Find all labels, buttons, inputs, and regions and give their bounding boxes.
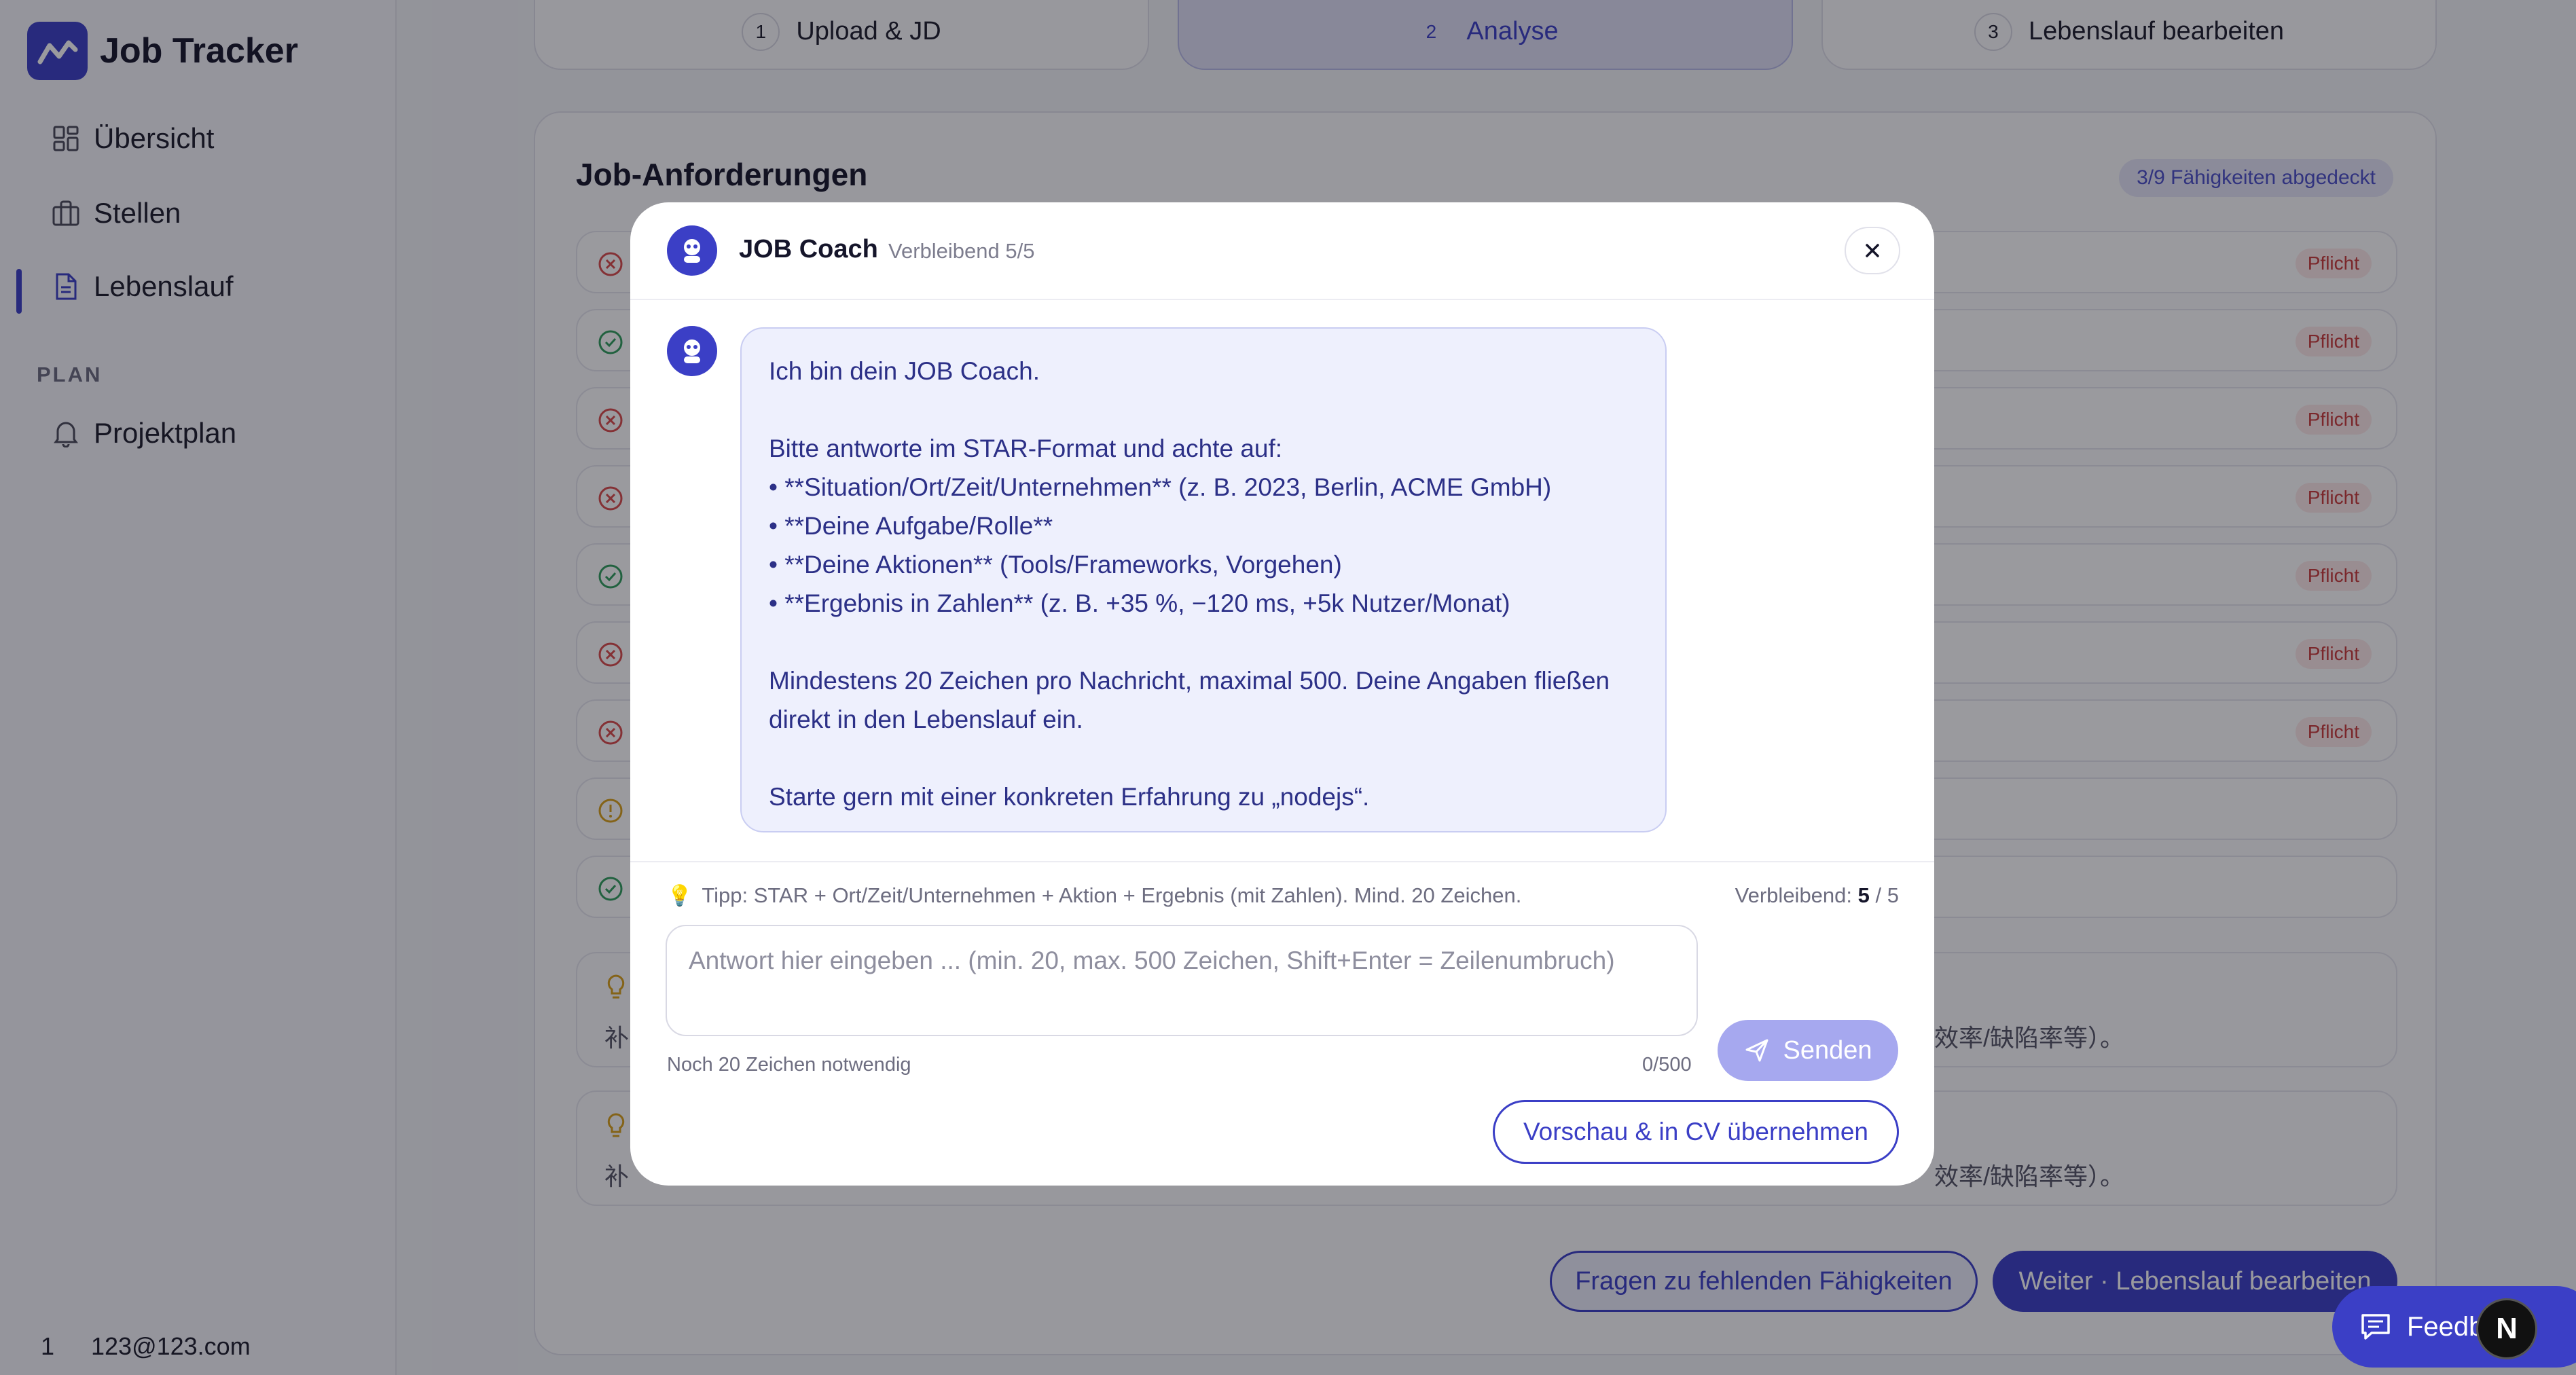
remaining-counter: Verbleibend: 5 / 5 [1735,883,1899,908]
tip-label: Tipp: STAR + Ort/Zeit/Unternehmen + Akti… [702,883,1522,907]
feedback-button[interactable]: Feedb [2332,1286,2576,1368]
message-bullet: • **Situation/Ort/Zeit/Unternehmen** (z.… [769,473,1552,501]
coach-avatar-icon [667,326,717,376]
lightbulb-icon: 💡 [667,884,693,907]
remaining-total: / 5 [1875,883,1899,907]
char-hint: Noch 20 Zeichen notwendig [667,1054,911,1076]
char-count: 0/500 [1642,1054,1692,1076]
answer-input[interactable] [666,925,1698,1036]
message-bullet: • **Deine Aufgabe/Rolle** [769,512,1053,540]
close-button[interactable] [1845,227,1900,274]
modal-header: JOB Coach Verbleibend 5/5 [630,202,1934,300]
send-button[interactable]: Senden [1718,1020,1898,1081]
divider [630,861,1934,862]
message-limits: Mindestens 20 Zeichen pro Nachricht, max… [769,667,1610,733]
message-bullet: • **Ergebnis in Zahlen** (z. B. +35 %, −… [769,589,1510,617]
tip-text: 💡 Tipp: STAR + Ort/Zeit/Unternehmen + Ak… [667,883,1521,908]
send-icon [1745,1039,1768,1062]
feedback-label: Feedb [2407,1311,2484,1342]
message-closing: Starte gern mit einer konkreten Erfahrun… [769,783,1370,811]
modal-title: JOB Coach [739,235,878,263]
remaining-value: 5 [1857,883,1870,907]
send-label: Senden [1783,1035,1872,1065]
modal-remaining: Verbleibend 5/5 [888,239,1035,263]
close-icon [1866,244,1879,257]
message-bullet: • **Deine Aktionen** (Tools/Frameworks, … [769,551,1342,579]
message-instruction: Bitte antworte im STAR-Format und achte … [769,435,1283,462]
preview-apply-cv-button[interactable]: Vorschau & in CV übernehmen [1493,1100,1899,1164]
job-coach-modal: JOB Coach Verbleibend 5/5 Ich bin dein J… [630,202,1934,1186]
remaining-label: Verbleibend: [1735,883,1853,907]
dev-tools-badge[interactable]: N [2476,1298,2537,1359]
coach-message: Ich bin dein JOB Coach. Bitte antworte i… [740,327,1667,832]
message-intro: Ich bin dein JOB Coach. [769,357,1040,385]
coach-avatar-icon [667,225,717,276]
chat-icon [2361,1314,2390,1340]
